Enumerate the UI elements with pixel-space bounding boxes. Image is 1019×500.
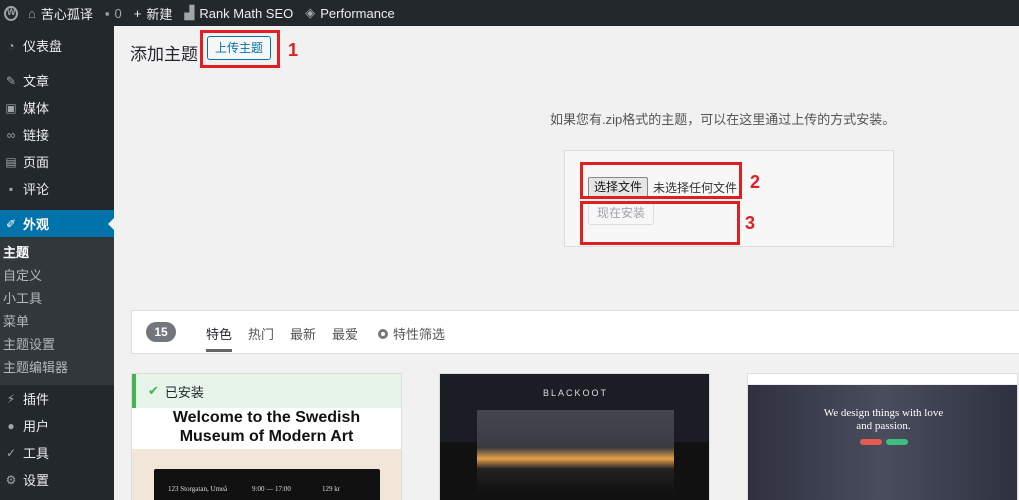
pin-icon: ✎ (5, 73, 17, 88)
theme-filter-bar: 15 特色 热门 最新 最爱 特性筛选 (131, 310, 1019, 354)
theme-preview-title-line1: Welcome to the Swedish (172, 409, 361, 426)
comments-link[interactable]: ▪ 0 (99, 0, 128, 26)
theme-card-installed[interactable]: ✔ 已安装 Welcome to the Swedish Museum of Mo… (131, 373, 402, 500)
theme-preview-tagline-line2: and passion. (856, 420, 911, 432)
sidebar-item-appearance[interactable]: ✐ 外观 (0, 210, 114, 237)
tab-popular[interactable]: 热门 (248, 324, 274, 343)
submenu-item-theme-settings[interactable]: 主题设置 (0, 333, 114, 356)
preview-button (860, 439, 882, 445)
seo-label: Rank Math SEO (199, 5, 294, 21)
admin-bar: ⌂苦心孤译 ▪0 +新建 ▟ Rank Math SEO ◈ Performance (0, 0, 1019, 26)
new-content-link[interactable]: + 新建 (128, 0, 179, 26)
sidebar-item-label: 页面 (23, 155, 50, 170)
appearance-submenu: 主题 自定义 小工具 菜单 主题设置 主题编辑器 (0, 237, 114, 385)
theme-preview-tagline-line1: We design things with love (823, 407, 944, 419)
wordpress-logo-icon[interactable] (0, 0, 22, 26)
annotation-number-1: 1 (288, 40, 299, 60)
performance-icon: ◈ (305, 5, 316, 20)
theme-preview-nav (748, 374, 1017, 385)
checkmark-icon: ✔ (148, 383, 159, 398)
tab-favorites[interactable]: 最爱 (332, 324, 358, 343)
theme-preview-image (477, 410, 674, 494)
link-icon: ∞ (6, 127, 16, 142)
tab-latest[interactable]: 最新 (290, 324, 316, 343)
theme-preview-hero: We design things with love and passion. (748, 385, 1017, 500)
settings-icon: ⚙ (5, 472, 17, 487)
main-content: 添加主题 上传主题 1 如果您有.zip格式的主题，可以在这里通过上传的方式安装… (114, 26, 1019, 500)
sidebar-item-label: 插件 (23, 392, 50, 407)
annotation-box-3 (580, 201, 740, 245)
sidebar-item-links[interactable]: ∞ 链接 (0, 121, 114, 148)
sidebar-item-settings[interactable]: ⚙ 设置 (0, 466, 114, 493)
sidebar-item-label: 外观 (23, 217, 50, 232)
comment-bubble-icon: ▪ (104, 5, 110, 21)
wrench-icon: ✓ (5, 445, 17, 460)
user-icon: ● (7, 418, 15, 433)
comment-icon: ▪ (8, 181, 14, 196)
sidebar-item-label: 工具 (23, 446, 50, 461)
rank-math-seo-link[interactable]: ▟ Rank Math SEO (178, 0, 299, 26)
tab-featured[interactable]: 特色 (206, 324, 233, 352)
sidebar-item-label: 用户 (23, 419, 50, 434)
performance-link[interactable]: ◈ Performance (299, 0, 400, 26)
media-icon: ▣ (5, 100, 17, 115)
comments-count: 0 (114, 5, 122, 21)
sidebar-item-label: 文章 (23, 74, 50, 89)
new-label: 新建 (146, 6, 173, 22)
theme-preview-title: BLACKOOT (542, 388, 608, 398)
page-title: 添加主题 (130, 45, 198, 64)
sidebar-item-label: 评论 (23, 182, 50, 197)
theme-preview-footer: 123 Storgatan, Umeå 9:00 — 17:00 129 kr (132, 449, 401, 500)
submenu-item-menus[interactable]: 菜单 (0, 310, 114, 333)
site-name-label: 苦心孤译 (40, 6, 93, 22)
sidebar-item-comments[interactable]: ▪ 评论 (0, 175, 114, 202)
preview-text: 9:00 — 17:00 (252, 485, 291, 493)
installed-notice: ✔ 已安装 (132, 374, 401, 408)
sidebar-item-tools[interactable]: ✓ 工具 (0, 439, 114, 466)
sidebar-item-plugins[interactable]: ⚡ 插件 (0, 385, 114, 412)
home-icon: ⌂ (28, 5, 36, 21)
dashboard-icon: ◔ (7, 38, 15, 53)
sidebar-item-users[interactable]: ● 用户 (0, 412, 114, 439)
annotation-number-2: 2 (750, 172, 761, 192)
annotation-number-3: 3 (745, 213, 756, 233)
sidebar-item-label: 设置 (23, 473, 50, 488)
submenu-item-themes[interactable]: 主题 (0, 241, 114, 264)
annotation-box-2 (580, 162, 742, 199)
plus-icon: + (133, 5, 142, 21)
sidebar-item-label: 链接 (23, 128, 50, 143)
submenu-item-customize[interactable]: 自定义 (0, 264, 114, 287)
preview-text: 123 Storgatan, Umeå (168, 485, 228, 493)
feature-filter-label: 特性筛选 (393, 327, 446, 342)
sidebar-item-dashboard[interactable]: ◔ 仪表盘 (0, 32, 114, 59)
page-icon: ▤ (5, 154, 17, 169)
sidebar-item-pages[interactable]: ▤ 页面 (0, 148, 114, 175)
brush-icon: ✐ (5, 216, 17, 231)
theme-count-badge: 15 (146, 322, 176, 342)
submenu-item-theme-editor[interactable]: 主题编辑器 (0, 356, 114, 379)
theme-preview-dark-block: 123 Storgatan, Umeå 9:00 — 17:00 129 kr (154, 469, 380, 500)
sidebar-item-label: 仪表盘 (23, 39, 63, 54)
submenu-item-widgets[interactable]: 小工具 (0, 287, 114, 310)
preview-button (886, 439, 908, 445)
admin-sidebar: ◔ 仪表盘 ✎ 文章 ▣ 媒体 ∞ 链接 ▤ 页面 ▪ 评论 ✐ 外观 主题 自定义 小工具 … (0, 26, 114, 500)
theme-card-blackoot[interactable]: BLACKOOT (439, 373, 710, 500)
chart-icon: ▟ (184, 5, 195, 20)
performance-label: Performance (320, 5, 395, 21)
annotation-box-1 (200, 30, 280, 68)
sidebar-item-label: 媒体 (23, 101, 50, 116)
theme-card-agency[interactable]: We design things with love and passion. (747, 373, 1018, 500)
gear-icon (378, 328, 388, 339)
plugin-icon: ⚡ (6, 391, 16, 406)
feature-filter-link[interactable]: 特性筛选 (378, 324, 445, 343)
upload-help-text: 如果您有.zip格式的主题，可以在这里通过上传的方式安装。 (550, 112, 896, 127)
sidebar-item-media[interactable]: ▣ 媒体 (0, 94, 114, 121)
sidebar-item-posts[interactable]: ✎ 文章 (0, 67, 114, 94)
theme-preview-title-line2: Museum of Modern Art (179, 428, 354, 445)
installed-label: 已安装 (164, 384, 204, 400)
site-name-link[interactable]: ⌂ 苦心孤译 (22, 0, 99, 26)
preview-text: 129 kr (322, 485, 341, 493)
